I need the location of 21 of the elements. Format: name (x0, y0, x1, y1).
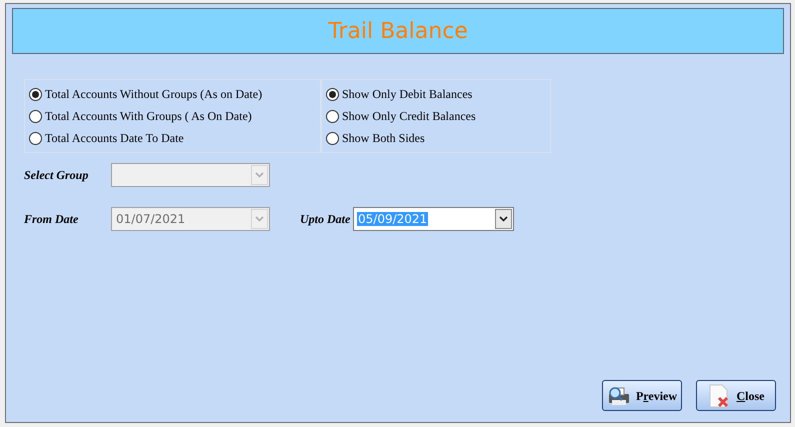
option-label: Total Accounts Without Groups (As on Date) (45, 86, 262, 103)
field-label: From Date (24, 211, 80, 228)
field-label: Select Group (24, 167, 90, 184)
radio-button[interactable] (29, 110, 42, 122)
option-label: Show Only Debit Balances (342, 86, 472, 103)
radio-button[interactable] (29, 88, 42, 100)
form-title: Trail Balance (12, 8, 784, 54)
radio-button[interactable] (326, 110, 339, 122)
printer-magnifier-icon (606, 384, 631, 406)
radio-button[interactable] (29, 132, 42, 144)
preview-button[interactable]: Preview (602, 380, 682, 411)
date-value: 05/09/2021 (357, 212, 428, 226)
option-label: Total Accounts With Groups ( As On Date) (45, 108, 252, 125)
option-label: Show Both Sides (342, 130, 425, 147)
date-value: 01/07/2021 (115, 212, 186, 226)
radio-button[interactable] (326, 132, 339, 144)
field-label: Upto Date (300, 211, 352, 228)
radio-button[interactable] (326, 88, 339, 100)
option-label: Show Only Credit Balances (342, 108, 476, 125)
close-button[interactable]: Close (696, 380, 776, 411)
option-label: Total Accounts Date To Date (45, 130, 184, 147)
